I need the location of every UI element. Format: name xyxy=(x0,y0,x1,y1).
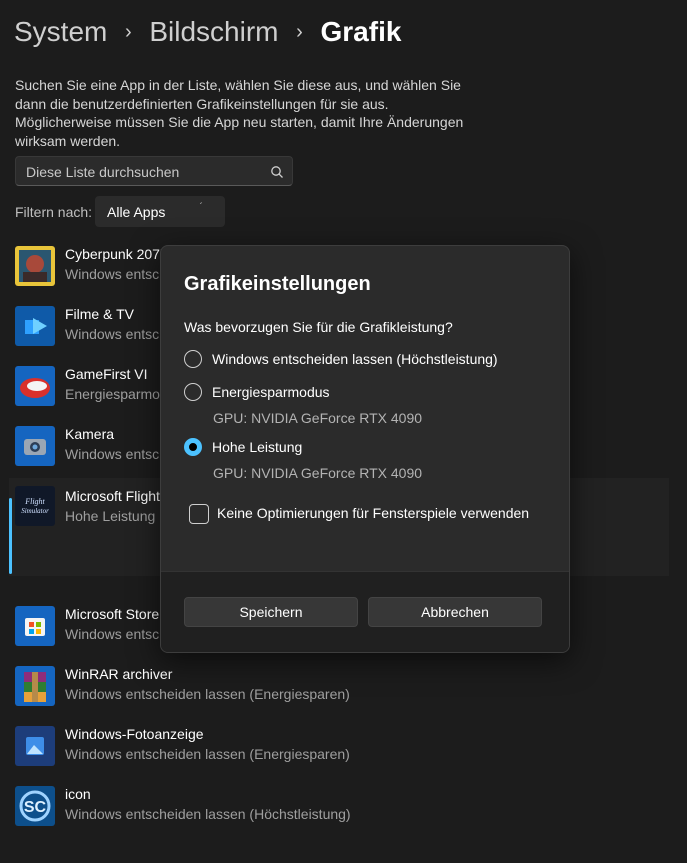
app-setting: Hohe Leistung xyxy=(65,508,156,524)
winrar-icon xyxy=(15,666,55,706)
app-name: Filme & TV xyxy=(65,306,134,322)
flight-simulator-icon: Flight Simulator xyxy=(15,486,55,526)
app-name: Microsoft Store xyxy=(65,606,160,622)
cancel-button[interactable]: Abbrechen xyxy=(368,597,542,627)
filter-label: Filtern nach: xyxy=(15,204,93,220)
radio-label: Hohe Leistung xyxy=(212,439,303,455)
optimization-checkbox[interactable] xyxy=(189,504,209,524)
list-item[interactable]: WinRAR archiver Windows entscheiden lass… xyxy=(9,664,669,722)
filter-dropdown[interactable]: Alle Apps ´ xyxy=(95,196,225,227)
radio-windows-decide[interactable] xyxy=(184,350,202,368)
list-item[interactable]: Windows-Fotoanzeige Windows entscheiden … xyxy=(9,724,669,782)
radio-power-saving[interactable] xyxy=(184,383,202,401)
save-button[interactable]: Speichern xyxy=(184,597,358,627)
films-tv-icon xyxy=(15,306,55,346)
cyberpunk-icon xyxy=(15,246,55,286)
selection-indicator xyxy=(9,498,12,574)
gpu-info: GPU: NVIDIA GeForce RTX 4090 xyxy=(213,465,423,481)
app-name: GameFirst VI xyxy=(65,366,148,382)
radio-label: Windows entscheiden lassen (Höchstleistu… xyxy=(212,351,498,367)
search-icon xyxy=(271,166,283,178)
gpu-info: GPU: NVIDIA GeForce RTX 4090 xyxy=(213,410,423,426)
svg-text:Flight: Flight xyxy=(24,497,45,506)
app-setting: Windows entscheiden lassen (Energiespare… xyxy=(65,746,350,762)
app-name: icon xyxy=(65,786,91,802)
chevron-right-icon: › xyxy=(125,20,132,43)
radio-high-performance[interactable] xyxy=(184,438,202,456)
chevron-right-icon: › xyxy=(296,20,303,43)
chevron-down-icon: ´ xyxy=(199,202,203,213)
radio-label: Energiesparmodus xyxy=(212,384,330,400)
breadcrumb: System › Bildschirm › Grafik xyxy=(14,14,401,50)
app-name: Kamera xyxy=(65,426,115,442)
dialog-title: Grafikeinstellungen xyxy=(184,273,371,295)
photo-viewer-icon xyxy=(15,726,55,766)
dialog-footer: Speichern Abbrechen xyxy=(161,571,569,652)
breadcrumb-bildschirm[interactable]: Bildschirm xyxy=(149,16,278,48)
camera-icon xyxy=(15,426,55,466)
checkbox-label: Keine Optimierungen für Fensterspiele ve… xyxy=(217,505,530,521)
search-input[interactable]: Diese Liste durchsuchen xyxy=(15,156,293,186)
svg-text:Simulator: Simulator xyxy=(21,507,49,515)
app-setting: Windows entscheiden lassen (Energiespare… xyxy=(65,686,350,702)
breadcrumb-system[interactable]: System xyxy=(14,16,107,48)
app-setting: Windows entscheiden lassen (Höchstleistu… xyxy=(65,806,351,822)
filter-value: Alle Apps xyxy=(107,204,166,220)
search-placeholder: Diese Liste durchsuchen xyxy=(26,164,180,180)
list-item[interactable]: SC icon Windows entscheiden lassen (Höch… xyxy=(9,784,669,842)
dialog-question: Was bevorzugen Sie für die Grafikleistun… xyxy=(184,319,453,335)
page-description: Suchen Sie eine App in der Liste, wählen… xyxy=(15,77,464,149)
sc-icon: SC xyxy=(15,786,55,826)
store-icon xyxy=(15,606,55,646)
gamefirst-icon xyxy=(15,366,55,406)
app-name: WinRAR archiver xyxy=(65,666,173,682)
svg-text:SC: SC xyxy=(24,799,47,816)
page-title: Grafik xyxy=(320,16,402,47)
app-name: Cyberpunk 2077 xyxy=(65,246,168,262)
graphics-settings-dialog: Grafikeinstellungen Was bevorzugen Sie f… xyxy=(160,245,570,653)
app-name: Windows-Fotoanzeige xyxy=(65,726,204,742)
